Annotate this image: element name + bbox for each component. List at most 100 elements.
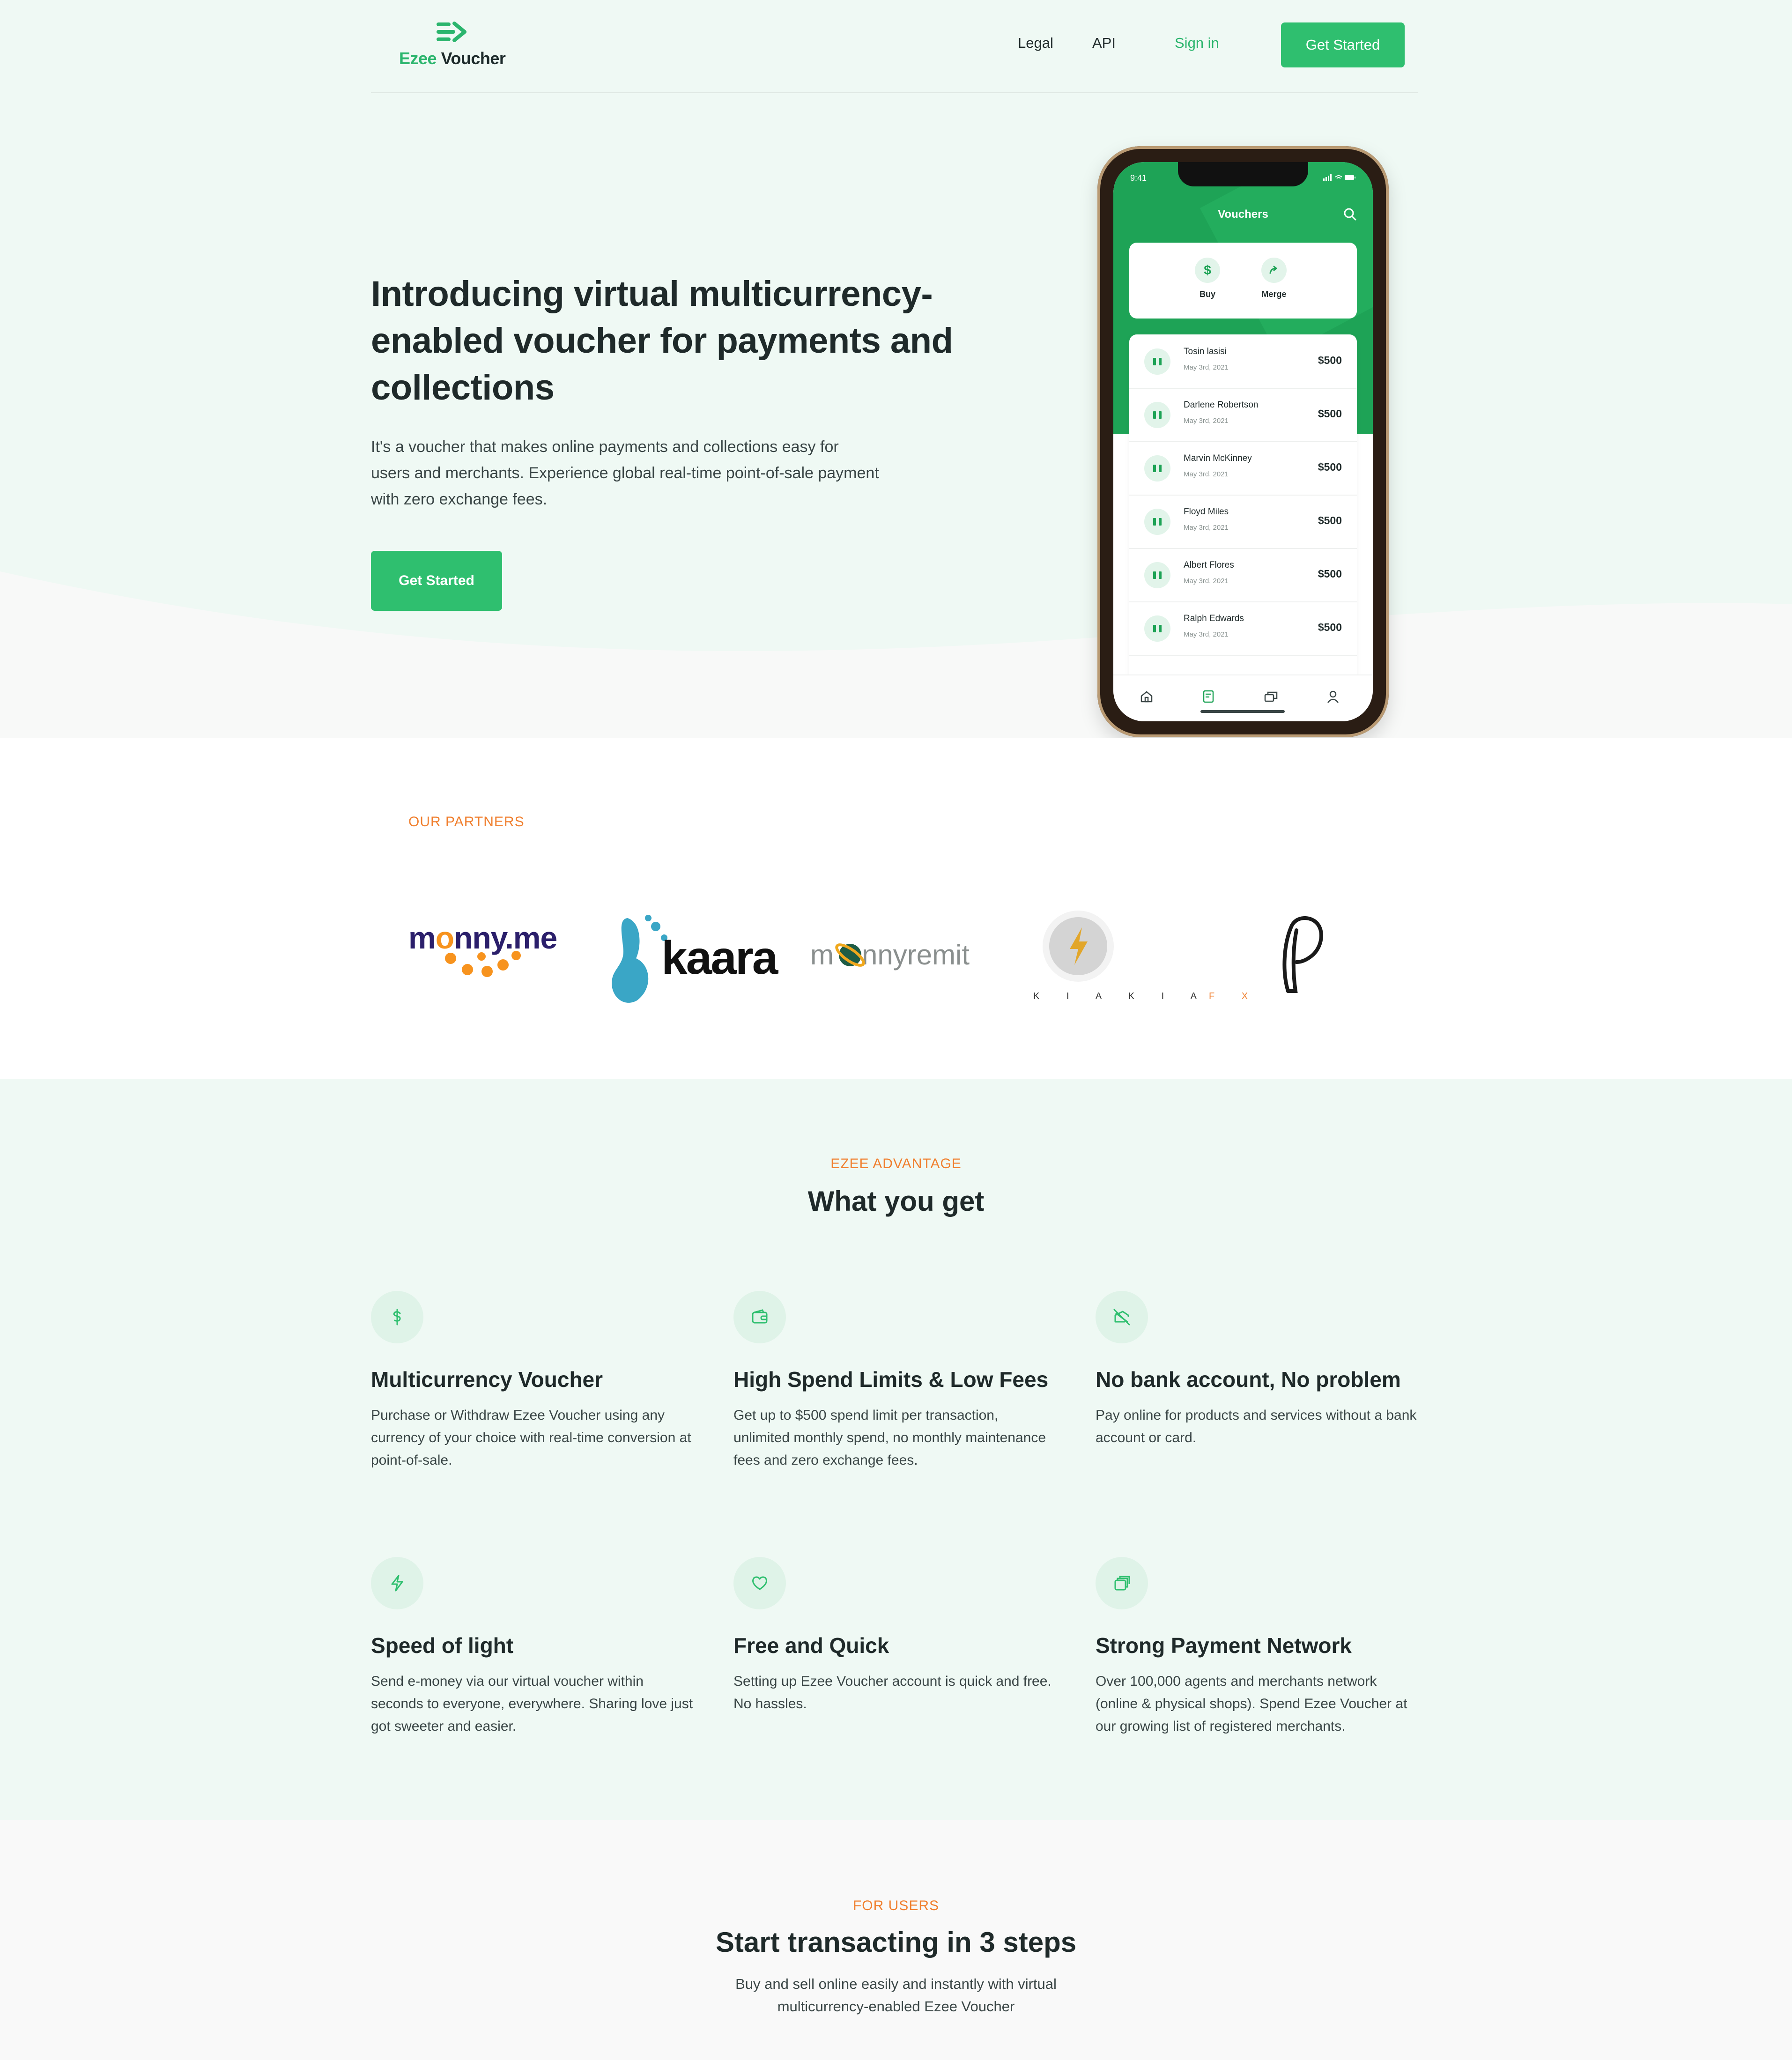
app-tab-bar — [1113, 674, 1373, 721]
feature-description: Send e-money via our virtual voucher wit… — [371, 1674, 693, 1734]
voucher-date: May 3rd, 2021 — [1184, 577, 1229, 585]
wallet-icon — [733, 1291, 786, 1343]
list-item[interactable]: Tosin lasisi May 3rd, 2021 $500 — [1129, 334, 1357, 389]
feature-title: Multicurrency Voucher — [371, 1367, 603, 1392]
monnyremit-text-rest: nnyremit — [861, 939, 970, 971]
feature-card: Strong Payment Network Over 100,000 agen… — [1096, 1557, 1419, 1738]
home-icon[interactable] — [1139, 689, 1155, 704]
heart-icon — [733, 1557, 786, 1609]
partner-logo-monnyremit[interactable]: m nnyremit — [810, 899, 988, 1012]
dollar-icon — [371, 1291, 423, 1343]
merge-action-button[interactable]: Merge — [1253, 258, 1295, 299]
home-indicator — [1200, 710, 1285, 713]
feature-title: Free and Quick — [733, 1633, 889, 1658]
feature-title: Strong Payment Network — [1096, 1633, 1352, 1658]
status-bar-time: 9:41 — [1130, 173, 1147, 183]
voucher-icon — [1144, 455, 1170, 482]
stacked-cards-icon — [1096, 1557, 1148, 1609]
logo-word-ezee: Ezee — [399, 49, 437, 68]
list-item[interactable]: Floyd Miles May 3rd, 2021 $500 — [1129, 495, 1357, 549]
feature-title: No bank account, No problem — [1096, 1367, 1401, 1392]
logo-word-voucher: Voucher — [441, 49, 506, 68]
feature-title: Speed of light — [371, 1633, 514, 1658]
hero-subtitle: It's a voucher that makes online payment… — [371, 438, 879, 508]
list-item[interactable]: Ralph Edwards May 3rd, 2021 $500 — [1129, 601, 1357, 656]
top-navigation: Ezee Voucher Legal API Sign in Get Start… — [371, 0, 1418, 93]
monnyremit-planet-icon — [835, 943, 865, 967]
monnyremit-text-m: m — [810, 939, 834, 971]
status-bar-icons — [1323, 174, 1355, 181]
kiakia-fx-text: F X — [1208, 991, 1260, 1001]
advantage-title: What you get — [807, 1186, 985, 1217]
nav-link-legal[interactable]: Legal — [1018, 35, 1053, 52]
sign-in-link[interactable]: Sign in — [1175, 35, 1219, 52]
merge-arrow-icon — [1261, 258, 1287, 283]
voucher-name: Ralph Edwards — [1184, 614, 1244, 623]
no-card-icon — [1096, 1291, 1148, 1343]
feature-description: Over 100,000 agents and merchants networ… — [1096, 1674, 1407, 1734]
feature-description: Setting up Ezee Voucher account is quick… — [733, 1674, 1052, 1712]
feature-card: No bank account, No problem Pay online f… — [1096, 1291, 1419, 1449]
steps-title: Start transacting in 3 steps — [715, 1927, 1077, 1958]
steps-eyebrow: FOR USERS — [852, 1898, 940, 1913]
buy-action-label: Buy — [1199, 289, 1215, 299]
merge-action-label: Merge — [1261, 289, 1287, 299]
voucher-amount: $500 — [1318, 354, 1342, 366]
voucher-icon — [1144, 348, 1170, 375]
monny-dots-decoration — [445, 951, 521, 977]
partners-eyebrow: OUR PARTNERS — [408, 814, 525, 830]
hero-wave-decoration — [0, 571, 1792, 738]
nav-link-api[interactable]: API — [1092, 35, 1116, 52]
kiakia-text: K I A K I A — [1033, 991, 1209, 1001]
search-icon[interactable] — [1343, 207, 1357, 221]
voucher-amount: $500 — [1318, 461, 1342, 473]
feature-card: Multicurrency Voucher Purchase or Withdr… — [371, 1291, 694, 1472]
dollar-icon: $ — [1195, 258, 1220, 283]
cards-icon[interactable] — [1263, 689, 1279, 704]
voucher-list: Tosin lasisi May 3rd, 2021 $500 Darlene … — [1129, 334, 1357, 690]
nav-get-started-button[interactable]: Get Started — [1281, 22, 1405, 67]
kiakia-lightning-icon — [1043, 911, 1114, 982]
kaara-drop-icon — [612, 915, 667, 1003]
list-item[interactable]: Marvin McKinney May 3rd, 2021 $500 — [1129, 441, 1357, 496]
voucher-amount: $500 — [1318, 568, 1342, 580]
voucher-date: May 3rd, 2021 — [1184, 363, 1229, 371]
voucher-icon — [1144, 615, 1170, 642]
phone-screen: 9:41 Vouchers $ Buy Merge Tosin lasisi M… — [1113, 162, 1373, 721]
profile-icon[interactable] — [1325, 689, 1341, 704]
feature-description: Purchase or Withdraw Ezee Voucher using … — [371, 1408, 691, 1468]
feature-card: Speed of light Send e-money via our virt… — [371, 1557, 694, 1738]
feature-card: Free and Quick Setting up Ezee Voucher a… — [733, 1557, 1057, 1715]
logo-arrow-icon — [437, 22, 467, 42]
voucher-name: Floyd Miles — [1184, 507, 1229, 517]
partner-logo-kiakiafx[interactable]: K I A K I AF X — [1030, 899, 1248, 1012]
buy-action-button[interactable]: $ Buy — [1186, 258, 1229, 299]
voucher-date: May 3rd, 2021 — [1184, 524, 1229, 532]
steps-subtitle: Buy and sell online easily and instantly… — [735, 1976, 1057, 2015]
feature-description: Get up to $500 spend limit per transacti… — [733, 1408, 1046, 1468]
voucher-icon — [1144, 509, 1170, 535]
lightning-icon — [371, 1557, 423, 1609]
logo-wordmark: Ezee Voucher — [399, 49, 506, 68]
feature-card: High Spend Limits & Low Fees Get up to $… — [733, 1291, 1057, 1472]
voucher-date: May 3rd, 2021 — [1184, 630, 1229, 638]
phone-mockup: 9:41 Vouchers $ Buy Merge Tosin lasisi M… — [1097, 146, 1389, 737]
ezee-voucher-logo[interactable]: Ezee Voucher — [399, 21, 507, 72]
kaara-wordmark: kaara — [661, 932, 778, 984]
voucher-name: Darlene Robertson — [1184, 400, 1259, 410]
phone-notch — [1178, 162, 1308, 186]
voucher-name: Albert Flores — [1184, 560, 1234, 570]
voucher-amount: $500 — [1318, 621, 1342, 633]
partner-logo-kaara[interactable]: kaara — [609, 899, 778, 1012]
advantage-eyebrow: EZEE ADVANTAGE — [830, 1156, 962, 1171]
voucher-amount: $500 — [1318, 514, 1342, 526]
list-item[interactable]: Albert Flores May 3rd, 2021 $500 — [1129, 548, 1357, 602]
partner-logo-p[interactable] — [1265, 899, 1340, 1012]
list-item[interactable]: Darlene Robertson May 3rd, 2021 $500 — [1129, 388, 1357, 442]
hero-get-started-button[interactable]: Get Started — [371, 551, 502, 611]
voucher-icon[interactable] — [1200, 689, 1216, 704]
partner-logo-monny[interactable]: monny.me — [408, 899, 577, 1012]
voucher-actions-card: $ Buy Merge — [1129, 243, 1357, 319]
voucher-date: May 3rd, 2021 — [1184, 470, 1229, 478]
hero-title: Introducing virtual multicurrency-enable… — [371, 274, 953, 408]
